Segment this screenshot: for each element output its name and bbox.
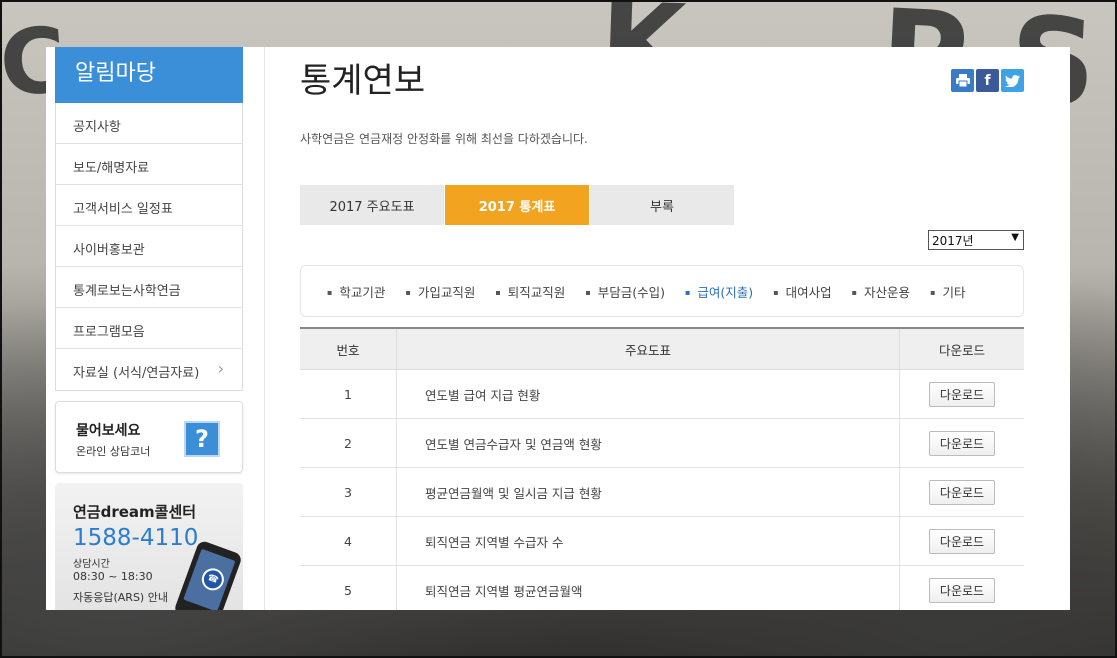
category-link[interactable]: 학교기관 [327,282,385,301]
row-number: 1 [300,369,397,419]
category-link[interactable]: 기타 [930,282,965,301]
row-download-cell: 다운로드 [899,418,1024,468]
download-button[interactable]: 다운로드 [928,381,996,407]
row-download-cell: 다운로드 [899,369,1024,419]
sidebar-menu: 공지사항보도/해명자료고객서비스 일정표사이버홍보관통계로보는사학연금프로그램모… [55,103,243,391]
twitter-icon[interactable] [1001,69,1024,92]
row-number: 4 [300,516,397,566]
row-title: 퇴직연금 지역별 수급자 수 [396,516,900,566]
sidebar-item-label: 공지사항 [73,120,121,135]
sidebar-title: 알림마당 [55,47,243,103]
callcenter-title: 연금dream콜센터 [73,503,197,521]
tab-bar: 2017 주요도표 2017 통계표 부록 [300,185,735,225]
intro-text: 사학연금은 연금재정 안정화를 위해 최선을 다하겠습니다. [300,132,588,146]
table-header-row: 번호 주요도표 다운로드 [300,328,1024,370]
sidebar-item[interactable]: 사이버홍보관 [56,226,242,267]
sidebar-item-label: 고객서비스 일정표 [73,202,173,217]
phone-badge-icon: ☎ [198,565,227,594]
dropdown-arrow-icon: ▼ [1011,232,1019,243]
row-title: 연도별 급여 지급 현황 [396,369,900,419]
sidebar-item-label: 보도/해명자료 [73,161,150,176]
sidebar-item[interactable]: 공지사항 [56,103,242,144]
row-number: 5 [300,565,397,610]
download-button[interactable]: 다운로드 [928,577,996,603]
column-divider [264,47,265,610]
header-number: 번호 [300,328,397,370]
download-button[interactable]: 다운로드 [928,528,996,554]
content-panel: 알림마당 공지사항보도/해명자료고객서비스 일정표사이버홍보관통계로보는사학연금… [46,47,1070,610]
category-link[interactable]: 부담금(수입) [585,282,665,301]
row-number: 2 [300,418,397,468]
sidebar-item-label: 통계로보는사학연금 [73,284,181,299]
header-title: 주요도표 [396,328,900,370]
print-icon[interactable] [951,69,974,92]
table-row: 2 연도별 연금수급자 및 연금액 현황 다운로드 [300,418,1024,468]
sidebar-item[interactable]: 고객서비스 일정표 [56,185,242,226]
row-download-cell: 다운로드 [899,516,1024,566]
table-row: 3 평균연금월액 및 일시금 지급 현황 다운로드 [300,467,1024,517]
row-title: 퇴직연금 지역별 평균연금월액 [396,565,900,610]
row-title: 평균연금월액 및 일시금 지급 현황 [396,467,900,517]
sidebar-item-label: 사이버홍보관 [73,243,145,258]
year-select-value: 2017년 [932,234,974,248]
sidebar: 알림마당 공지사항보도/해명자료고객서비스 일정표사이버홍보관통계로보는사학연금… [55,47,243,610]
download-button[interactable]: 다운로드 [928,479,996,505]
tab[interactable]: 2017 통계표 [445,185,590,225]
table-row: 5 퇴직연금 지역별 평균연금월액 다운로드 [300,565,1024,610]
header-download: 다운로드 [899,328,1024,370]
category-link[interactable]: 가입교직원 [405,282,476,301]
sidebar-item[interactable]: 통계로보는사학연금 [56,267,242,308]
facebook-icon[interactable]: f [976,69,999,92]
sidebar-item-label: 프로그램모음 [73,325,145,340]
category-link[interactable]: 대여사업 [773,282,832,301]
category-link[interactable]: 급여(지출) [685,282,753,301]
category-link[interactable]: 자산운용 [852,282,910,301]
row-download-cell: 다운로드 [899,565,1024,610]
sidebar-item[interactable]: 프로그램모음 [56,308,242,349]
year-select[interactable]: 2017년 ▼ [928,230,1024,250]
share-buttons: f [951,69,1024,92]
question-icon: ? [184,421,220,457]
sidebar-item[interactable]: 보도/해명자료 [56,144,242,185]
ask-banner[interactable]: 물어보세요 온라인 상담코너 ? [55,401,243,473]
category-filter: 학교기관 가입교직원 퇴직교직원 부담금(수입) 급여(지출) 대여사업 자산운용 기타 [300,265,1024,317]
download-button[interactable]: 다운로드 [928,430,996,456]
row-title: 연도별 연금수급자 및 연금액 현황 [396,418,900,468]
row-number: 3 [300,467,397,517]
tab[interactable]: 부록 [590,185,735,225]
tab[interactable]: 2017 주요도표 [300,185,445,225]
table-row: 4 퇴직연금 지역별 수급자 수 다운로드 [300,516,1024,566]
table-row: 1 연도별 급여 지급 현황 다운로드 [300,369,1024,419]
stats-table: 번호 주요도표 다운로드 1 연도별 급여 지급 현황 다운로드 2 연도별 연금수급자… [300,327,1024,610]
category-link[interactable]: 퇴직교직원 [495,282,566,301]
callcenter-banner[interactable]: 연금dream콜센터 1588-4110 상담시간 08:30 ~ 18:30 … [55,483,243,610]
row-download-cell: 다운로드 [899,467,1024,517]
chevron-right-icon: › [217,359,224,378]
sidebar-item-label: 자료실 (서식/연금자료) [73,366,200,381]
page-title: 통계연보 [300,61,426,101]
sidebar-item[interactable]: 자료실 (서식/연금자료) › [56,349,242,390]
